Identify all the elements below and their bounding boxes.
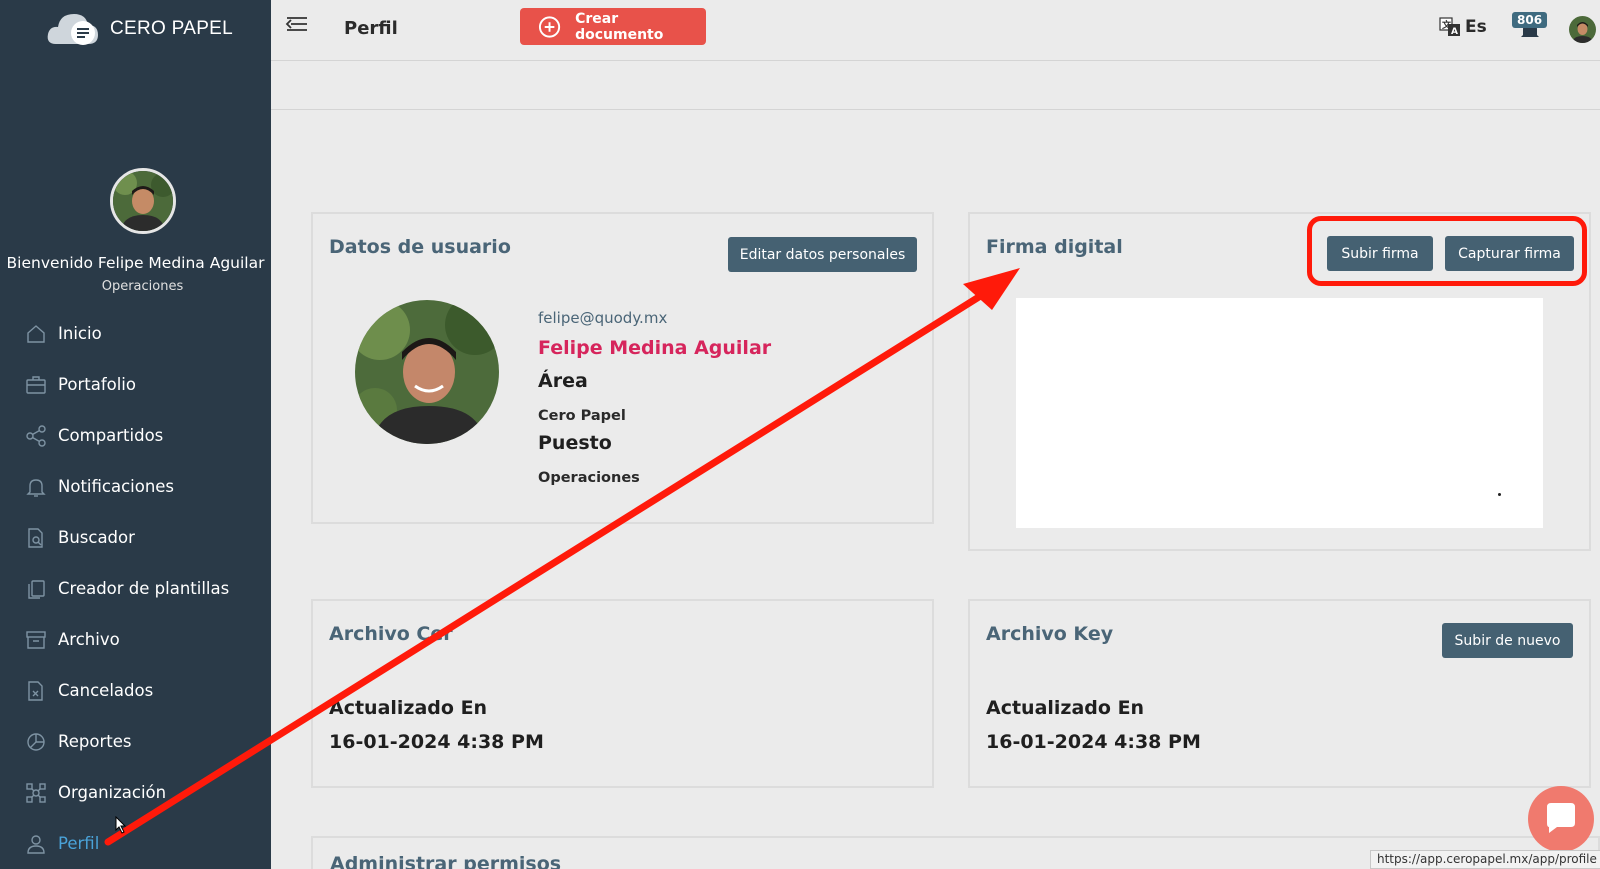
avatar[interactable] <box>110 168 176 234</box>
annotation-highlight-box <box>1307 216 1587 286</box>
top-bar: Perfil Crear documento 文 A Es 806 <box>271 0 1600 61</box>
key-file-card: Archivo Key Subir de nuevo Actualizado E… <box>968 599 1591 788</box>
user-role: Operaciones <box>101 279 184 294</box>
position-label: Puesto <box>538 432 612 454</box>
sidebar-item-creador-plantillas[interactable]: Creador de plantillas <box>0 563 271 614</box>
brand-name: CERO PAPEL <box>110 18 234 39</box>
sidebar-item-cancelados[interactable]: Cancelados <box>0 665 271 716</box>
svg-text:A: A <box>1451 27 1458 37</box>
cer-file-title: Archivo Cer <box>329 623 453 645</box>
page-title: Perfil <box>344 18 398 39</box>
position-value: Operaciones <box>538 470 640 486</box>
sub-header-bar <box>271 61 1600 110</box>
sidebar-item-reportes[interactable]: Reportes <box>0 716 271 767</box>
mouse-cursor-icon <box>115 816 127 834</box>
sidebar-item-label: Perfil <box>58 834 100 853</box>
permissions-title: Administrar permisos <box>330 853 562 869</box>
sidebar-item-compartidos[interactable]: Compartidos <box>0 410 271 461</box>
menu-toggle-icon[interactable] <box>285 14 309 38</box>
sidebar-item-label: Creador de plantillas <box>58 579 230 598</box>
user-email: felipe@quody.mx <box>538 309 668 327</box>
briefcase-icon <box>26 375 46 394</box>
document-search-icon <box>28 527 43 548</box>
status-url-tooltip: https://app.ceropapel.mx/app/profile <box>1370 850 1600 869</box>
copy-icon <box>28 579 45 599</box>
chat-support-button[interactable] <box>1528 786 1594 852</box>
area-value: Cero Papel <box>538 408 626 424</box>
sidebar-item-label: Buscador <box>58 528 135 547</box>
language-selector[interactable]: 文 A Es <box>1439 16 1487 38</box>
user-data-title: Datos de usuario <box>329 236 511 258</box>
create-document-button[interactable]: Crear documento <box>520 8 706 45</box>
sidebar: CERO PAPEL Bienvenido Felipe Medina Agui… <box>0 0 271 869</box>
key-updated-value: 16-01-2024 4:38 PM <box>986 731 1201 753</box>
pie-chart-icon <box>27 732 45 751</box>
user-icon <box>27 834 45 854</box>
sidebar-item-label: Portafolio <box>58 375 136 394</box>
language-label: Es <box>1465 17 1487 37</box>
plus-circle-icon <box>538 15 561 38</box>
cer-file-card: Archivo Cer Actualizado En 16-01-2024 4:… <box>311 599 934 788</box>
sidebar-item-label: Reportes <box>58 732 132 751</box>
sidebar-item-perfil[interactable]: Perfil <box>0 818 271 869</box>
archive-box-icon <box>26 630 46 649</box>
sidebar-item-inicio[interactable]: Inicio <box>0 308 271 359</box>
key-updated-label: Actualizado En <box>986 697 1145 719</box>
cloud-document-logo-icon <box>47 14 98 45</box>
user-avatar-menu[interactable] <box>1569 16 1596 43</box>
cancelled-file-icon <box>28 680 43 701</box>
sidebar-item-label: Organización <box>58 783 167 802</box>
sidebar-item-organizacion[interactable]: Organización <box>0 767 271 818</box>
signature-mark <box>1498 493 1501 496</box>
sidebar-item-archivo[interactable]: Archivo <box>0 614 271 665</box>
signature-preview[interactable] <box>1016 298 1543 528</box>
create-document-label: Crear documento <box>575 10 664 43</box>
sidebar-item-label: Notificaciones <box>58 477 175 496</box>
network-icon <box>26 782 46 803</box>
sidebar-item-label: Cancelados <box>58 681 154 700</box>
sidebar-item-label: Archivo <box>58 630 120 649</box>
app-logo[interactable]: CERO PAPEL <box>46 10 233 48</box>
sidebar-nav: Inicio Portafolio Compartidos Notificaci… <box>0 308 271 869</box>
user-photo-icon <box>1569 16 1596 43</box>
sidebar-item-notificaciones[interactable]: Notificaciones <box>0 461 271 512</box>
digital-signature-title: Firma digital <box>986 236 1123 258</box>
cer-updated-label: Actualizado En <box>329 697 488 719</box>
sidebar-item-label: Inicio <box>58 324 102 343</box>
user-full-name: Felipe Medina Aguilar <box>538 337 772 359</box>
reupload-key-button[interactable]: Subir de nuevo <box>1442 623 1573 658</box>
notifications-button[interactable]: 806 <box>1510 10 1550 40</box>
sidebar-item-buscador[interactable]: Buscador <box>0 512 271 563</box>
cer-updated-value: 16-01-2024 4:38 PM <box>329 731 544 753</box>
user-photo-icon <box>355 300 499 444</box>
home-icon <box>27 324 45 343</box>
user-data-card: Datos de usuario Editar datos personales… <box>311 212 934 524</box>
chat-icon <box>1547 803 1575 833</box>
edit-personal-data-button[interactable]: Editar datos personales <box>728 237 917 272</box>
notification-count-badge: 806 <box>1512 12 1548 28</box>
area-label: Área <box>538 370 588 392</box>
user-photo-icon <box>113 171 173 231</box>
share-icon <box>26 424 46 447</box>
key-file-title: Archivo Key <box>986 623 1114 645</box>
bell-icon <box>26 478 46 497</box>
sidebar-item-portafolio[interactable]: Portafolio <box>0 359 271 410</box>
welcome-text: Bienvenido Felipe Medina Aguilar <box>6 254 265 272</box>
sidebar-item-label: Compartidos <box>58 426 164 445</box>
user-profile-photo <box>355 300 499 444</box>
translate-icon: 文 A <box>1439 17 1460 37</box>
